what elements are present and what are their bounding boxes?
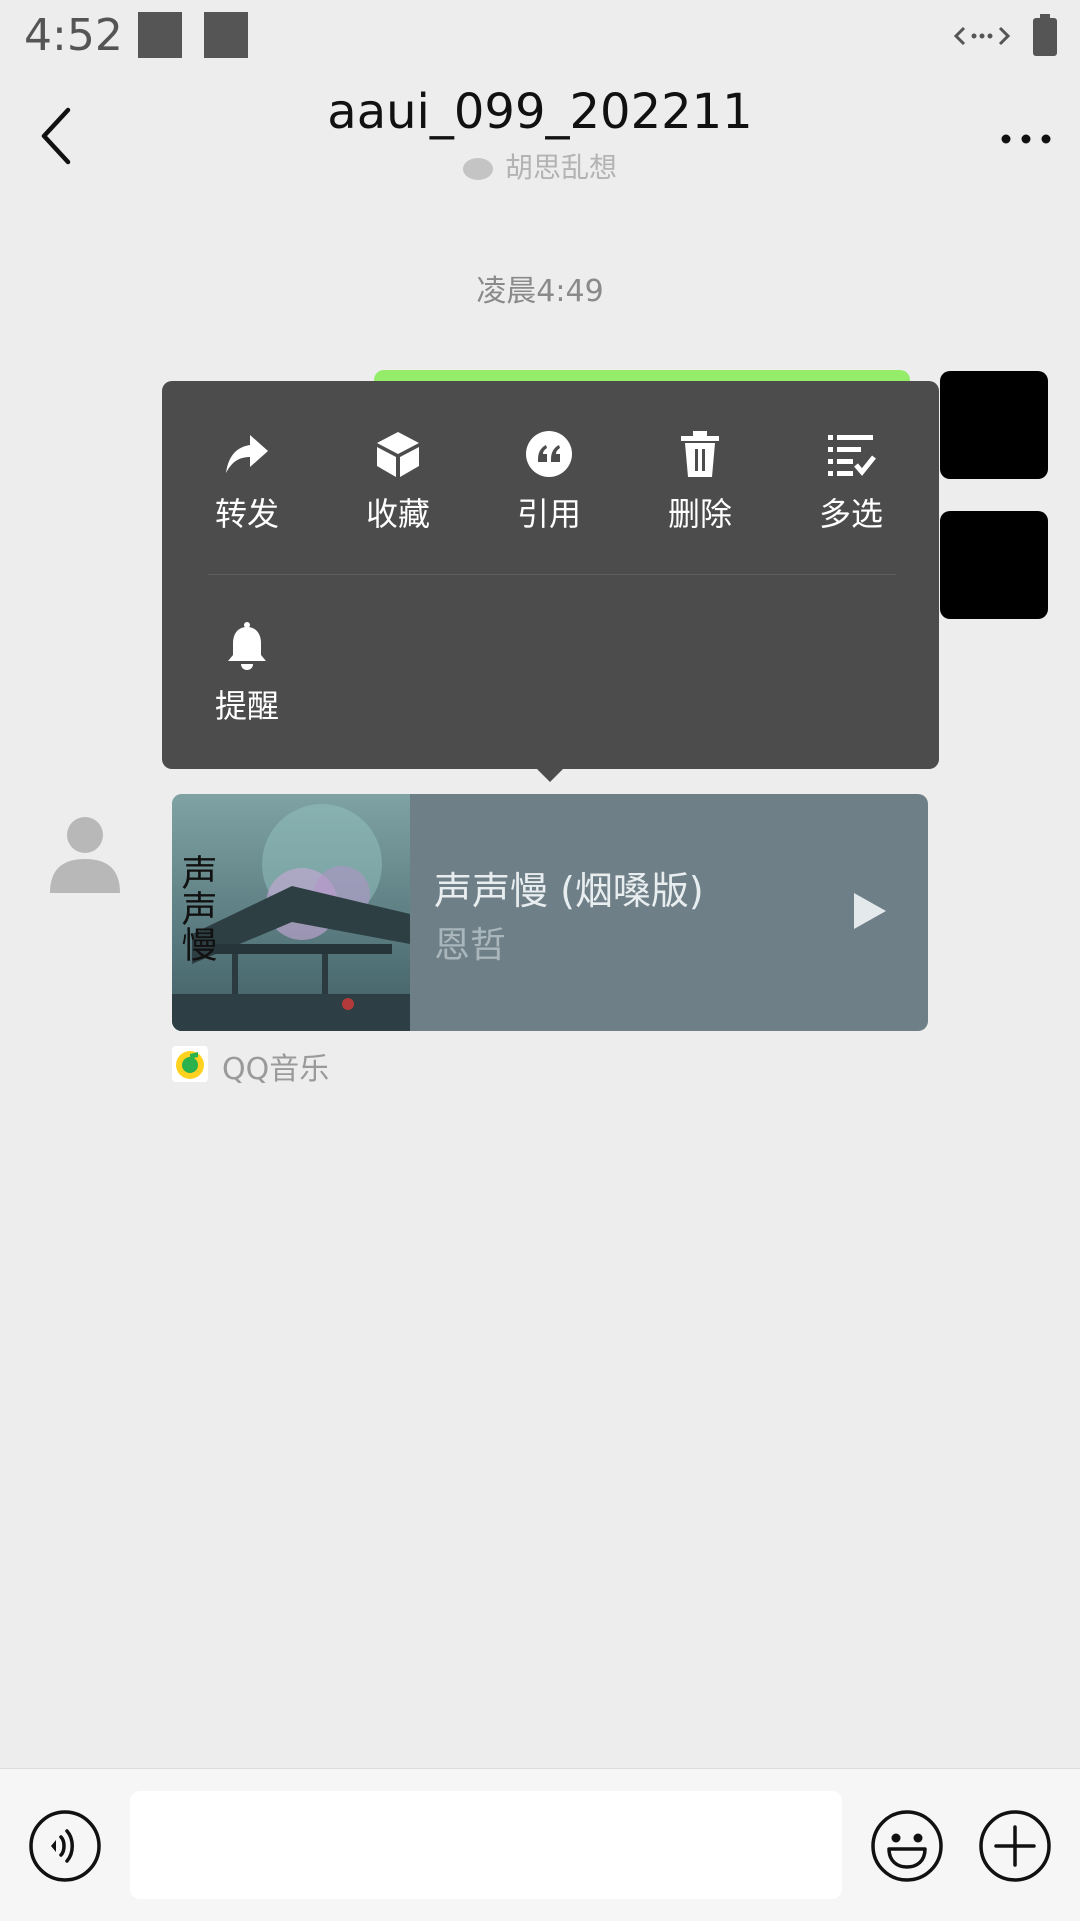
message-input[interactable] xyxy=(130,1791,842,1899)
menu-item-label: 引用 xyxy=(516,495,581,533)
notification-icon xyxy=(138,12,182,58)
status-time: 4:52 xyxy=(24,10,123,61)
battery-icon xyxy=(1033,14,1057,56)
avatar[interactable] xyxy=(940,511,1048,619)
more-options-icon[interactable] xyxy=(996,124,1056,154)
menu-item-favorite[interactable]: 收藏 xyxy=(323,429,473,535)
data-transfer-icon xyxy=(954,26,1010,46)
input-bar xyxy=(0,1768,1080,1921)
menu-item-multi-select[interactable]: 多选 xyxy=(776,429,926,535)
message-timestamp: 凌晨4:49 xyxy=(476,274,604,309)
chat-subtitle: 胡思乱想 xyxy=(0,146,1080,186)
chat-subtitle-text: 胡思乱想 xyxy=(504,151,617,184)
menu-divider xyxy=(208,574,896,575)
menu-item-forward[interactable]: 转发 xyxy=(172,429,322,535)
music-share-card[interactable]: 声声慢 声声慢 (烟嗓版) 恩哲 xyxy=(172,794,928,1031)
menu-item-quote[interactable]: 引用 xyxy=(474,429,624,535)
chat-bubble-icon xyxy=(462,158,493,180)
bell-icon xyxy=(228,622,266,670)
emoji-icon[interactable] xyxy=(870,1809,944,1883)
menu-pointer xyxy=(536,768,564,782)
menu-item-label: 删除 xyxy=(667,495,732,533)
chat-title: aaui_099_202211 xyxy=(327,84,753,140)
qq-music-logo-icon xyxy=(172,1046,208,1082)
song-artist: 恩哲 xyxy=(434,925,507,966)
song-title: 声声慢 (烟嗓版) xyxy=(434,869,704,913)
avatar[interactable] xyxy=(940,371,1048,479)
message-context-menu: 转发 收藏 引用 删除 多选 提醒 xyxy=(162,381,939,769)
menu-item-label: 多选 xyxy=(818,495,883,533)
voice-input-icon[interactable] xyxy=(28,1809,102,1883)
menu-item-remind[interactable]: 提醒 xyxy=(172,621,322,727)
menu-item-label: 转发 xyxy=(214,495,279,533)
forward-icon xyxy=(226,435,268,473)
quote-icon xyxy=(526,431,572,477)
trash-icon xyxy=(681,431,719,477)
favorite-icon xyxy=(377,432,419,477)
music-source-label: QQ音乐 xyxy=(222,1052,330,1087)
notification-icon xyxy=(204,12,248,58)
avatar[interactable] xyxy=(40,805,130,895)
menu-item-label: 收藏 xyxy=(365,495,430,533)
album-art-text: 声声慢 xyxy=(176,854,217,962)
multi-select-icon xyxy=(828,435,876,476)
menu-item-label: 提醒 xyxy=(214,687,279,725)
menu-item-delete[interactable]: 删除 xyxy=(625,429,775,535)
play-icon[interactable] xyxy=(852,891,888,931)
add-more-icon[interactable] xyxy=(978,1809,1052,1883)
album-art: 声声慢 xyxy=(172,794,410,1031)
